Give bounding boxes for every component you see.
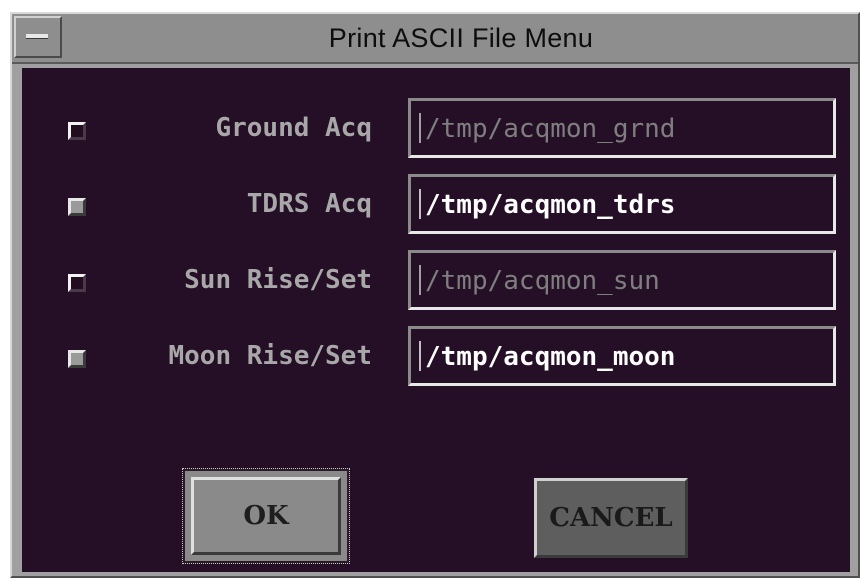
- ok-button-label: OK: [191, 477, 341, 555]
- window-title: Print ASCII File Menu: [328, 23, 594, 53]
- row-sun-rise-set: Sun Rise/Set /tmp/acqmon_sun: [22, 250, 850, 312]
- moon-rise-set-checkbox[interactable]: [68, 350, 86, 368]
- sun-rise-set-label: Sun Rise/Set: [184, 265, 372, 295]
- moon-rise-set-label: Moon Rise/Set: [168, 341, 373, 371]
- moon-rise-set-path-value: /tmp/acqmon_moon: [425, 342, 676, 372]
- row-moon-rise-set: Moon Rise/Set /tmp/acqmon_moon: [22, 326, 850, 388]
- text-cursor: [419, 189, 421, 219]
- title-bar[interactable]: Print ASCII File Menu: [12, 14, 858, 64]
- row-tdrs-acq: TDRS Acq /tmp/acqmon_tdrs: [22, 174, 850, 236]
- tdrs-acq-path-value: /tmp/acqmon_tdrs: [425, 190, 676, 220]
- tdrs-acq-checkbox[interactable]: [68, 198, 86, 216]
- row-ground-acq: Ground Acq /tmp/acqmon_grnd: [22, 98, 850, 160]
- text-cursor: [419, 265, 421, 295]
- print-ascii-file-dialog: Print ASCII File Menu Ground Acq /tmp/ac…: [10, 12, 860, 578]
- ground-acq-path-field[interactable]: /tmp/acqmon_grnd: [408, 98, 836, 158]
- sun-rise-set-checkbox[interactable]: [68, 274, 86, 292]
- ok-button[interactable]: OK: [182, 468, 350, 564]
- cancel-button[interactable]: CANCEL: [534, 478, 688, 558]
- text-cursor: [419, 113, 421, 143]
- sun-rise-set-path-value: /tmp/acqmon_sun: [425, 266, 660, 296]
- window-menu-icon: [26, 34, 48, 39]
- sun-rise-set-path-field[interactable]: /tmp/acqmon_sun: [408, 250, 836, 310]
- window-menu-button[interactable]: [14, 16, 62, 58]
- dialog-body: Ground Acq /tmp/acqmon_grnd TDRS Acq /tm…: [22, 68, 850, 572]
- tdrs-acq-path-field[interactable]: /tmp/acqmon_tdrs: [408, 174, 836, 234]
- ground-acq-path-value: /tmp/acqmon_grnd: [425, 114, 676, 144]
- moon-rise-set-path-field[interactable]: /tmp/acqmon_moon: [408, 326, 836, 386]
- tdrs-acq-label: TDRS Acq: [246, 189, 372, 219]
- ground-acq-label: Ground Acq: [215, 113, 372, 143]
- ground-acq-checkbox[interactable]: [68, 122, 86, 140]
- text-cursor: [419, 341, 421, 371]
